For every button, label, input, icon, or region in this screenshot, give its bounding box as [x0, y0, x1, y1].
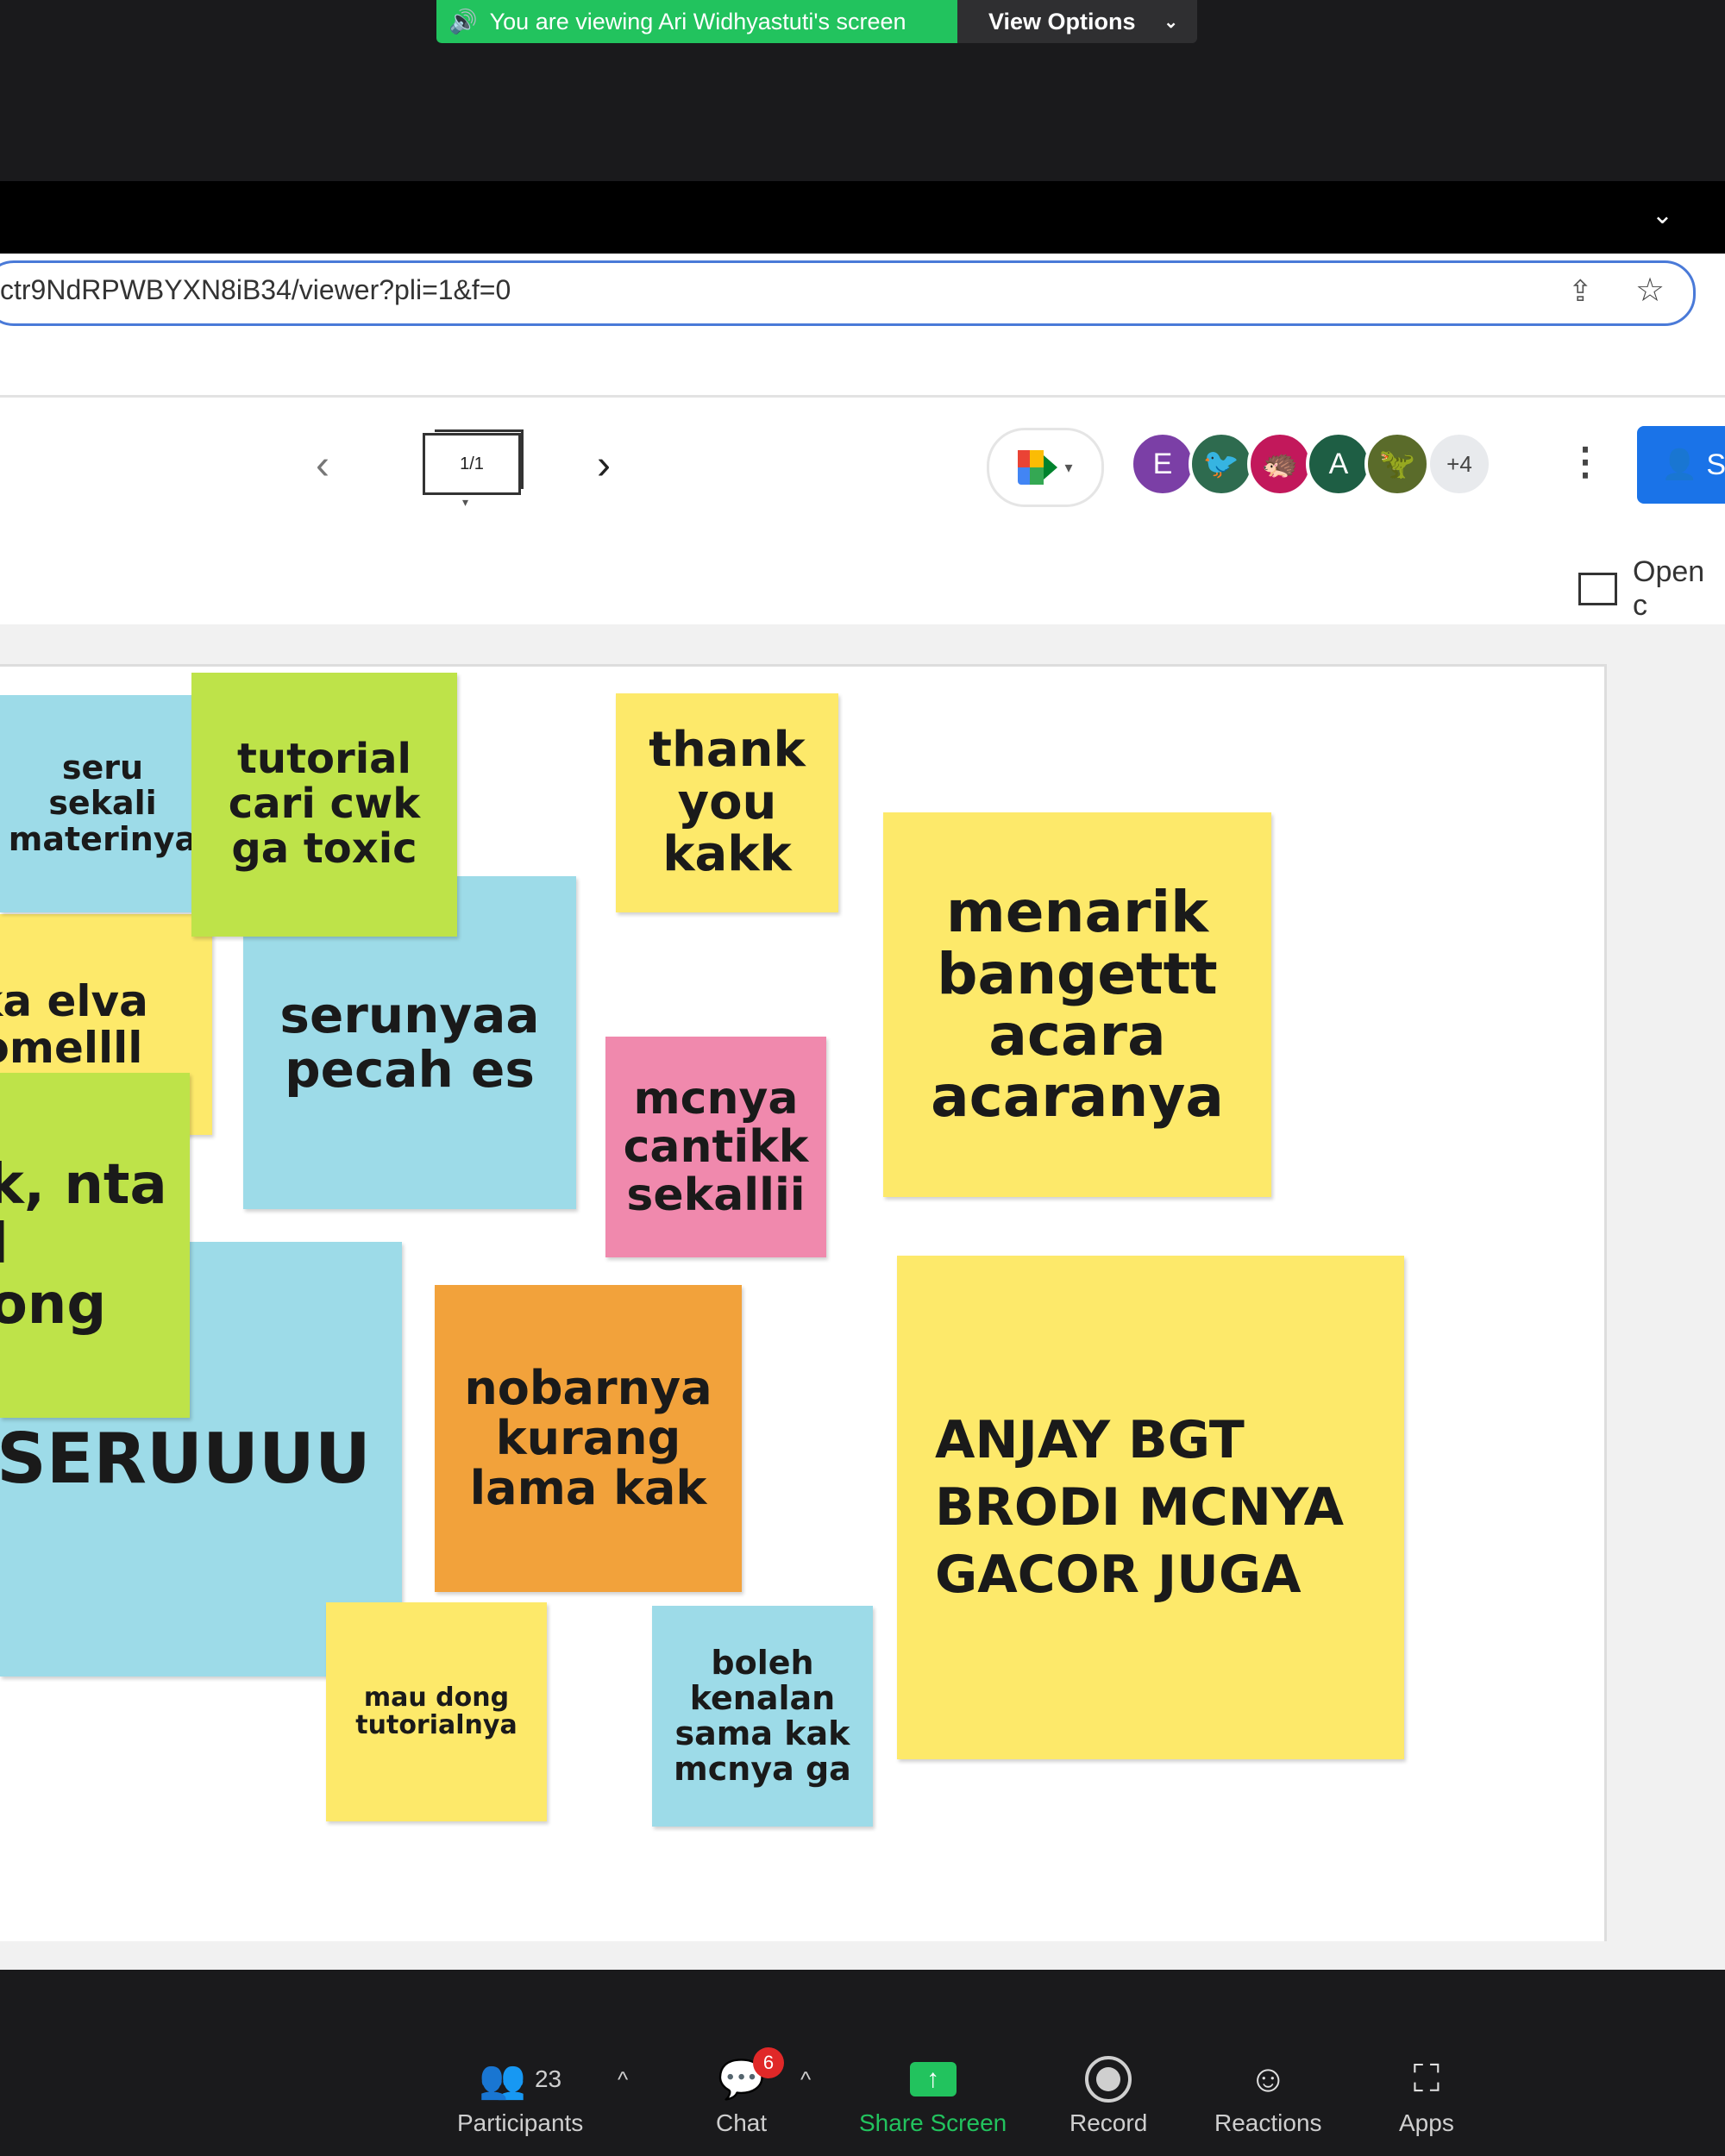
apps-label: Apps [1399, 2109, 1454, 2136]
previous-frame-icon[interactable]: ‹ [316, 442, 329, 489]
participants-button[interactable]: 👥 23 Participants [457, 2053, 583, 2137]
avatar[interactable]: 🦔 [1247, 431, 1313, 497]
share-label: S [1706, 448, 1725, 481]
reactions-button[interactable]: ☺ Reactions [1214, 2053, 1322, 2137]
meet-caret-icon: ▾ [1064, 458, 1073, 476]
animal-icon: 🦔 [1261, 448, 1299, 480]
note-seru-sekali[interactable]: seru sekali materinya [0, 695, 205, 912]
note-mau-dong[interactable]: mau dong tutorialnya [326, 1602, 547, 1821]
person-icon: 👤 [1661, 448, 1698, 481]
note-mcnya-cantikk[interactable]: mcnya cantikk sekallii [605, 1037, 826, 1257]
page-indicator: 1/1 [460, 454, 484, 473]
google-meet-icon [1018, 450, 1058, 485]
bookmark-star-icon[interactable]: ☆ [1635, 271, 1665, 310]
frame-caret-icon: ▾ [462, 495, 469, 509]
next-frame-icon[interactable]: › [597, 442, 611, 489]
note-menarik[interactable]: menarik bangettt acara acaranya [883, 812, 1271, 1197]
note-nobarnya[interactable]: nobarnya kurang lama kak [435, 1285, 742, 1592]
more-participants-badge[interactable]: +4 [1427, 431, 1492, 497]
chat-label: Chat [716, 2109, 768, 2136]
participants-label: Participants [457, 2109, 584, 2136]
note-thank-you[interactable]: thank you kakk [616, 693, 838, 912]
open-label: Open c [1633, 555, 1705, 622]
share-screen-button[interactable]: ↑ Share Screen [859, 2053, 1007, 2137]
avatar[interactable]: A [1306, 431, 1371, 497]
more-options-icon[interactable]: ⋮ [1566, 440, 1604, 484]
share-screen-icon-wrap: ↑ [909, 2053, 957, 2106]
record-icon-wrap [1085, 2053, 1132, 2106]
note-anjay[interactable]: ANJAY BGT BRODI MCNYA GACOR JUGA [897, 1256, 1404, 1759]
avatar[interactable]: 🐦 [1189, 431, 1254, 497]
meet-button[interactable]: ▾ [987, 428, 1104, 507]
frame-selector[interactable]: 1/1 [423, 433, 521, 495]
divider [0, 395, 1725, 398]
animal-icon: 🦖 [1378, 448, 1416, 480]
view-options-label: View Options [988, 8, 1136, 34]
avatar[interactable]: 🦖 [1364, 431, 1430, 497]
chat-button[interactable]: 💬 6 Chat [716, 2047, 784, 2137]
chevron-down-icon: ⌄ [1164, 12, 1178, 32]
browser-menu-icon[interactable]: ⋮ [1716, 276, 1725, 310]
share-button[interactable]: 👤 S [1637, 426, 1725, 504]
record-icon [1085, 2056, 1132, 2103]
tab-search-chevron-icon[interactable]: ⌄ [1652, 200, 1673, 230]
share-screen-icon: ↑ [909, 2062, 957, 2096]
open-bar [0, 530, 1725, 624]
note-minta-id[interactable]: ak, nta id dong [0, 1073, 190, 1418]
participants-icon: 👥 23 [479, 2059, 562, 2101]
animal-icon: 🐦 [1202, 448, 1240, 480]
participants-count: 23 [534, 2065, 562, 2092]
viewing-text: You are viewing Ari Widhyastuti's screen [489, 8, 906, 34]
record-button[interactable]: Record [1070, 2053, 1147, 2137]
viewing-banner: 🔊 You are viewing Ari Widhyastuti's scre… [436, 0, 957, 43]
chat-badge: 6 [752, 2047, 784, 2078]
record-label: Record [1070, 2109, 1148, 2136]
reactions-icon: ☺ [1248, 2058, 1288, 2100]
reactions-label: Reactions [1214, 2109, 1322, 2136]
share-screen-label: Share Screen [859, 2109, 1007, 2136]
chat-caret-icon[interactable]: ^ [800, 2066, 811, 2093]
chat-icon: 💬 6 [718, 2047, 784, 2106]
view-options-button[interactable]: View Options ⌄ [957, 0, 1197, 43]
monitor-icon [1578, 573, 1618, 605]
participants-caret-icon[interactable]: ^ [618, 2066, 628, 2093]
apps-button[interactable]: ⛶ Apps [1399, 2053, 1454, 2137]
note-boleh-kenalan[interactable]: boleh kenalan sama kak mcnya ga [652, 1606, 873, 1827]
open-in-app-button[interactable]: Open c [1578, 555, 1725, 623]
browser-tab-strip [0, 181, 1725, 254]
share-page-icon[interactable]: ⇪ [1568, 274, 1593, 309]
avatar[interactable]: E [1130, 431, 1195, 497]
speaker-icon: 🔊 [448, 9, 478, 34]
url-text[interactable]: ctr9NdRPWBYXN8iB34/viewer?pli=1&f=0 [0, 274, 511, 306]
note-tutorial-cari-cwk[interactable]: tutorial cari cwk ga toxic [191, 673, 457, 937]
apps-icon: ⛶ [1413, 2058, 1440, 2100]
